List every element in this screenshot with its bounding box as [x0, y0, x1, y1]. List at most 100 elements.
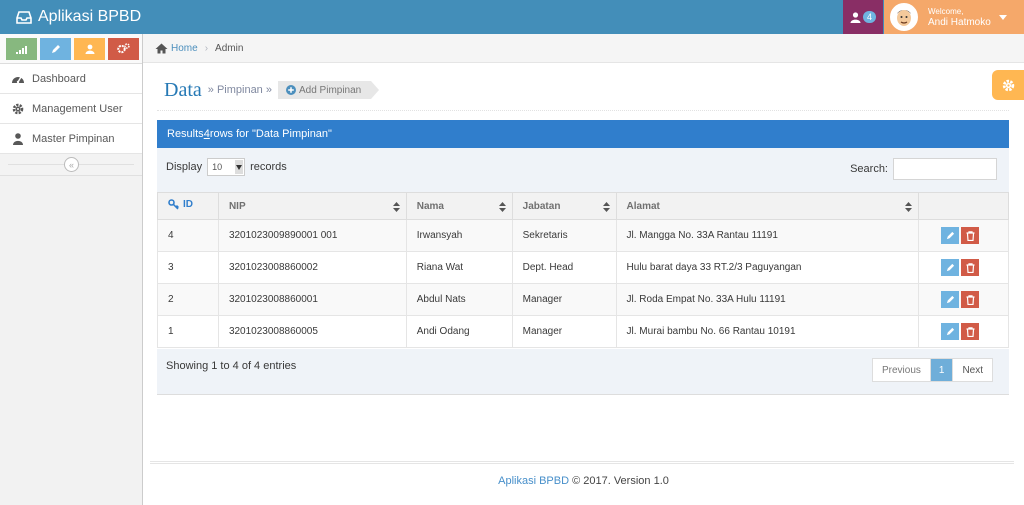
- breadcrumb-home-label: Home: [171, 42, 198, 54]
- sidebar-collapse-button[interactable]: «: [64, 157, 79, 172]
- edit-button[interactable]: [941, 227, 960, 244]
- cell-jabatan: Manager: [511, 283, 617, 316]
- table-footer: Showing 1 to 4 of 4 entries Previous 1 N…: [157, 349, 1009, 395]
- shortcut-users-button[interactable]: [74, 37, 105, 60]
- key-icon: [168, 199, 179, 210]
- pencil-icon: [946, 327, 955, 336]
- column-header-nip[interactable]: NIP: [217, 192, 407, 220]
- sort-icon: [602, 202, 610, 212]
- length-select-value: 10: [212, 162, 223, 172]
- delete-button[interactable]: [961, 323, 980, 340]
- footer: Aplikasi BPBD © 2017. Version 1.0: [143, 475, 1024, 487]
- ace-settings-button[interactable]: [992, 70, 1024, 100]
- cell-jabatan: Dept. Head: [511, 251, 617, 284]
- dashboard-icon: [10, 73, 26, 84]
- records-label: records: [250, 161, 287, 173]
- results-prefix: Results: [167, 128, 204, 140]
- sidebar-item-management-user[interactable]: Management User: [0, 94, 142, 124]
- pagination-page-button[interactable]: 1: [930, 359, 953, 381]
- trash-icon: [966, 326, 975, 337]
- cell-nip: 3201023008860002: [217, 251, 407, 284]
- cell-actions: [918, 283, 1009, 316]
- breadcrumb: Home › Admin: [143, 34, 1024, 63]
- navbar: Aplikasi BPBD 4 Welcome, Andi Hatmoko: [0, 0, 1024, 34]
- search-input[interactable]: [893, 158, 997, 180]
- sort-icon: [498, 202, 506, 212]
- cell-alamat: Hulu barat daya 33 RT.2/3 Paguyangan: [615, 251, 920, 284]
- cell-nip: 3201023008860001: [217, 283, 407, 316]
- pencil-icon: [946, 231, 955, 240]
- trash-icon: [966, 262, 975, 273]
- cell-nama: Irwansyah: [405, 219, 513, 252]
- sidebar-item-label: Master Pimpinan: [32, 132, 115, 145]
- sidebar-item-master-pimpinan[interactable]: Master Pimpinan: [0, 124, 142, 154]
- pagination-next-button[interactable]: Next: [952, 359, 992, 381]
- cell-jabatan: Manager: [511, 315, 617, 348]
- cell-actions: [918, 251, 1009, 284]
- shortcut-edit-button[interactable]: [40, 37, 71, 60]
- sidebar-shortcuts: [0, 34, 142, 64]
- sidebar-item-dashboard[interactable]: Dashboard: [0, 64, 142, 94]
- edit-button[interactable]: [941, 291, 960, 308]
- cell-id: 4: [157, 219, 219, 252]
- shortcut-stats-button[interactable]: [6, 37, 37, 60]
- cell-alamat: Jl. Murai bambu No. 66 Rantau 10191: [615, 315, 920, 348]
- column-header-alamat[interactable]: Alamat: [615, 192, 920, 220]
- cell-nama: Abdul Nats: [405, 283, 513, 316]
- cell-actions: [918, 219, 1009, 252]
- column-label: NIP: [228, 200, 246, 212]
- delete-button[interactable]: [961, 227, 980, 244]
- breadcrumb-separator-icon: ›: [204, 42, 209, 54]
- cell-nip: 3201023009890001 001: [217, 219, 407, 252]
- data-table: ID NIP Nama Jabatan Alamat 4 32010230098…: [157, 192, 1009, 348]
- home-icon: [155, 43, 168, 54]
- column-header-actions: [918, 192, 1009, 220]
- add-pimpinan-label: Add Pimpinan: [298, 84, 362, 96]
- footer-app-name: Aplikasi BPBD: [498, 475, 570, 487]
- search-control: Search:: [850, 158, 997, 180]
- plus-circle-icon: [285, 85, 296, 95]
- edit-button[interactable]: [941, 323, 960, 340]
- column-header-jabatan[interactable]: Jabatan: [511, 192, 617, 220]
- cell-alamat: Jl. Mangga No. 33A Rantau 11191: [615, 219, 920, 252]
- welcome-text: Welcome,: [928, 7, 964, 16]
- length-select[interactable]: 10: [207, 158, 246, 176]
- brand-link[interactable]: Aplikasi BPBD: [16, 0, 141, 34]
- inbox-icon: [16, 10, 32, 24]
- shortcut-settings-button[interactable]: [108, 37, 139, 60]
- user-name: Andi Hatmoko: [928, 17, 991, 28]
- trash-icon: [966, 294, 975, 305]
- table-header-bar: Results 4 rows for "Data Pimpinan": [157, 120, 1009, 148]
- length-control: Display 10 records: [166, 158, 287, 176]
- sort-icon: [392, 202, 400, 212]
- column-label: Nama: [416, 200, 444, 212]
- select-arrow-icon: [235, 160, 244, 174]
- delete-button[interactable]: [961, 291, 980, 308]
- page-subtitle: » Pimpinan »: [207, 84, 272, 96]
- breadcrumb-home-link[interactable]: Home: [155, 43, 198, 54]
- breadcrumb-current: Admin: [215, 42, 244, 54]
- column-label: Alamat: [626, 200, 660, 212]
- table-row: 1 3201023008860005 Andi Odang Manager Jl…: [157, 315, 1009, 348]
- page-header: Data » Pimpinan » Add Pimpinan: [164, 72, 380, 108]
- user-info: Welcome, Andi Hatmoko: [928, 6, 991, 28]
- user-icon: [850, 11, 861, 23]
- signal-icon: [15, 44, 28, 54]
- user-menu-toggle[interactable]: Welcome, Andi Hatmoko: [884, 0, 1024, 34]
- caret-down-icon: [998, 14, 1007, 20]
- pencil-icon: [51, 44, 61, 54]
- edit-button[interactable]: [941, 259, 960, 276]
- cogs-icon: [117, 43, 130, 54]
- table-row: 2 3201023008860001 Abdul Nats Manager Jl…: [157, 283, 1009, 316]
- column-header-nama[interactable]: Nama: [405, 192, 513, 220]
- notifications-button[interactable]: 4: [843, 0, 883, 34]
- sidebar: Dashboard Management User Master Pimpina…: [0, 34, 143, 505]
- cell-nip: 3201023008860005: [217, 315, 407, 348]
- column-header-id[interactable]: ID: [157, 192, 219, 220]
- add-pimpinan-button[interactable]: Add Pimpinan: [277, 81, 380, 99]
- pagination-previous-button[interactable]: Previous: [873, 359, 931, 381]
- delete-button[interactable]: [961, 259, 980, 276]
- page-title: Data: [164, 78, 202, 101]
- cell-nama: Andi Odang: [405, 315, 513, 348]
- notification-badge: 4: [862, 11, 876, 23]
